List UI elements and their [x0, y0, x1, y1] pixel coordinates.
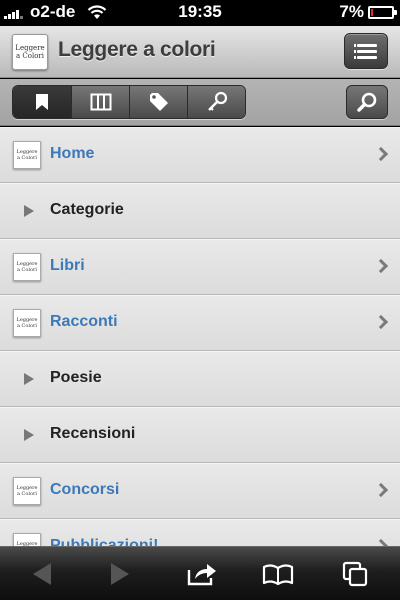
- list-item-label: Racconti: [50, 313, 118, 330]
- search-icon: [357, 92, 377, 112]
- tab-login[interactable]: [187, 86, 245, 118]
- search-button[interactable]: [346, 85, 388, 119]
- list-item-concorsi[interactable]: Leggere a Colori Concorsi: [0, 463, 400, 519]
- list-item-categorie[interactable]: Categorie: [0, 183, 400, 239]
- battery-icon: [368, 5, 397, 19]
- battery-percent: 7%: [339, 2, 364, 21]
- chevron-right-icon: [373, 482, 389, 498]
- bookmark-icon: [36, 94, 48, 110]
- disclosure-triangle-icon: [24, 429, 34, 441]
- share-button[interactable]: [182, 559, 222, 589]
- tag-icon: [149, 93, 168, 111]
- columns-icon: [90, 93, 111, 111]
- list-item-label: Categorie: [50, 201, 124, 218]
- key-icon: [207, 91, 227, 111]
- nav-list: Leggere a Colori Home Categorie Leggere a …: [0, 127, 400, 546]
- bookmarks-icon: [262, 564, 294, 585]
- list-item-label: Home: [50, 145, 95, 162]
- chevron-right-icon: [373, 314, 389, 330]
- tabs-icon: [342, 561, 368, 587]
- list-item-racconti[interactable]: Leggere a Colori Racconti: [0, 295, 400, 351]
- list-item-label: Libri: [50, 257, 85, 274]
- chevron-right-icon: [373, 258, 389, 274]
- list-item-pubblicazioni[interactable]: Leggerea Colori Pubblicazioni!: [0, 519, 400, 546]
- tabs-button[interactable]: [336, 559, 376, 589]
- list-item-label: Recensioni: [50, 425, 136, 442]
- forward-icon: [111, 563, 129, 585]
- site-logo-thumb: Leggerea Colori: [13, 477, 41, 505]
- back-icon: [33, 563, 51, 585]
- list-item-home[interactable]: Leggere a Colori Home: [0, 127, 400, 183]
- site-logo-thumb: Leggerea Colori: [13, 309, 41, 337]
- site-logo-thumb: Leggerea Colori: [13, 141, 41, 169]
- list-item-libri[interactable]: Leggere a Colori Libri: [0, 239, 400, 295]
- disclosure-triangle-icon: [24, 205, 34, 217]
- status-bar: o2-de 19:35 7%: [0, 0, 400, 26]
- list-item-label: Poesie: [50, 369, 102, 386]
- site-logo-thumb: Leggerea Colori: [13, 533, 41, 546]
- toolbar: [0, 79, 400, 126]
- site-logo-thumb: Leggerea Colori: [13, 253, 41, 281]
- share-icon: [187, 564, 216, 586]
- page-title: Leggere a colori: [58, 38, 216, 61]
- back-button[interactable]: [22, 559, 62, 589]
- tab-bar: [12, 85, 246, 119]
- forward-button[interactable]: [100, 559, 140, 589]
- tab-columns[interactable]: [71, 86, 129, 118]
- tab-bookmarks[interactable]: [13, 86, 71, 118]
- app-header: Leggere a Colori Leggere a colori: [0, 26, 400, 78]
- site-logo[interactable]: Leggere a Colori: [12, 34, 48, 70]
- status-right: 7%: [339, 2, 397, 22]
- list-item-poesie[interactable]: Poesie: [0, 351, 400, 407]
- bookmarks-button[interactable]: [258, 559, 298, 589]
- list-item-label: Concorsi: [50, 481, 120, 498]
- browser-toolbar: [0, 546, 400, 600]
- menu-button[interactable]: [344, 33, 388, 69]
- chevron-right-icon: [373, 538, 389, 546]
- disclosure-triangle-icon: [24, 373, 34, 385]
- list-item-recensioni[interactable]: Recensioni: [0, 407, 400, 463]
- list-item-label: Pubblicazioni!: [50, 537, 159, 546]
- tab-tags[interactable]: [129, 86, 187, 118]
- chevron-right-icon: [373, 146, 389, 162]
